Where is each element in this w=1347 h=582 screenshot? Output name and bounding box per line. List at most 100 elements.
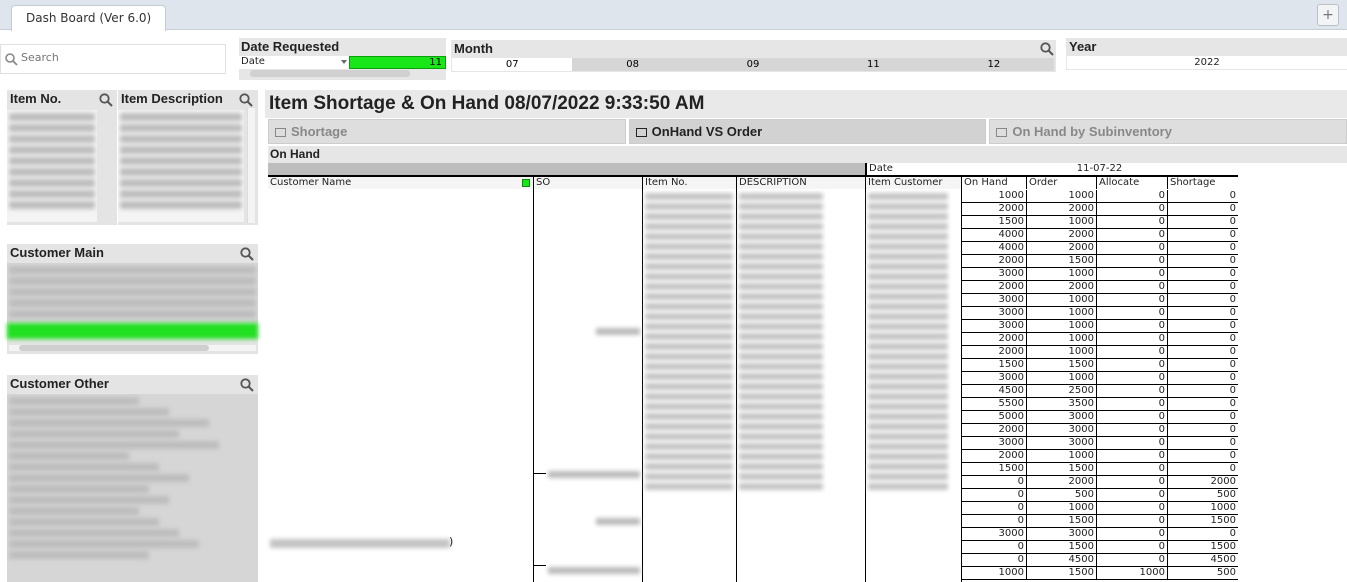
customer-name-suffix: ) — [449, 535, 454, 548]
allocate-cell: 0 — [1096, 489, 1167, 501]
tab-shortage-label: Shortage — [291, 124, 348, 139]
table-row: 3000 1000 0 0 — [961, 294, 1238, 307]
order-cell: 1000 — [1026, 346, 1096, 358]
item-no-listbox: Item No. — [7, 90, 117, 225]
col-header-item-no[interactable]: Item No. — [642, 177, 736, 189]
col-header-item-customer[interactable]: Item Customer — [865, 177, 961, 189]
divider — [533, 473, 546, 474]
table-row: 5500 3500 0 0 — [961, 398, 1238, 411]
shortage-cell: 0 — [1167, 359, 1238, 371]
col-header-shortage[interactable]: Shortage — [1167, 177, 1238, 189]
on-hand-cell: 0 — [961, 541, 1026, 553]
on-hand-cell: 4500 — [961, 385, 1026, 397]
allocate-cell: 0 — [1096, 502, 1167, 514]
shortage-cell: 500 — [1167, 489, 1238, 501]
customer-main-selected[interactable] — [7, 323, 258, 339]
month-option[interactable]: 07 — [452, 58, 573, 71]
tab-shortage[interactable]: Shortage — [268, 119, 626, 144]
shortage-cell: 0 — [1167, 216, 1238, 228]
allocate-cell: 0 — [1096, 359, 1167, 371]
order-cell: 3000 — [1026, 437, 1096, 449]
allocate-cell: 0 — [1096, 463, 1167, 475]
page-title: Item Shortage & On Hand 08/07/2022 9:33:… — [269, 93, 705, 114]
tab-onhand-vs-order[interactable]: OnHand VS Order — [628, 119, 987, 144]
date-requested-listbox: Date Requested Date 11 — [239, 38, 446, 80]
year-option[interactable]: 2022 — [1067, 56, 1347, 69]
shortage-cell: 0 — [1167, 320, 1238, 332]
month-option[interactable]: 08 — [572, 58, 693, 71]
order-cell: 2000 — [1026, 476, 1096, 488]
month-option[interactable]: 09 — [692, 58, 814, 71]
shortage-cell: 0 — [1167, 372, 1238, 384]
shortage-cell: 0 — [1167, 385, 1238, 397]
table-icon — [635, 128, 647, 137]
order-cell: 1000 — [1026, 320, 1096, 332]
shortage-cell: 0 — [1167, 450, 1238, 462]
search-box[interactable] — [0, 44, 226, 74]
col-header-allocate[interactable]: Allocate — [1096, 177, 1167, 189]
search-icon[interactable] — [99, 93, 113, 107]
month-option[interactable]: 12 — [933, 58, 1055, 71]
search-icon[interactable] — [1040, 42, 1054, 56]
customer-other-list[interactable] — [7, 394, 258, 582]
table-row: 2000 1000 0 0 — [961, 333, 1238, 346]
table-row: 3000 1000 0 0 — [961, 320, 1238, 333]
col-header-on-hand[interactable]: On Hand — [961, 177, 1026, 189]
table-row: 1500 1000 0 0 — [961, 216, 1238, 229]
item-no-list[interactable] — [7, 110, 97, 222]
search-input[interactable] — [21, 51, 221, 64]
shortage-cell: 0 — [1167, 242, 1238, 254]
col-header-order[interactable]: Order — [1026, 177, 1096, 189]
vertical-scrollbar[interactable] — [247, 108, 255, 223]
so-value — [596, 328, 640, 335]
date-selected-cell[interactable]: 11 — [349, 56, 446, 69]
dropdown-arrow-icon[interactable] — [341, 60, 347, 64]
pivot-date-label: Date — [865, 163, 961, 175]
customer-main-list[interactable] — [7, 263, 258, 323]
item-no-column — [642, 190, 736, 580]
table-row: 2000 2000 0 0 — [961, 281, 1238, 294]
item-description-title: Item Description — [121, 91, 223, 106]
on-hand-cell: 3000 — [961, 268, 1026, 280]
on-hand-cell: 3000 — [961, 372, 1026, 384]
add-tab-button[interactable]: + — [1317, 4, 1339, 26]
table-row: 3000 3000 0 0 — [961, 437, 1238, 450]
pivot-date-value[interactable]: 11-07-22 — [961, 163, 1238, 175]
divider — [533, 189, 534, 582]
order-cell: 3000 — [1026, 528, 1096, 540]
order-cell: 1000 — [1026, 268, 1096, 280]
search-icon[interactable] — [240, 378, 254, 392]
order-cell: 3000 — [1026, 411, 1096, 423]
table-row: 2000 1500 0 0 — [961, 255, 1238, 268]
search-icon[interactable] — [239, 93, 253, 107]
table-row: 2000 1000 0 0 — [961, 346, 1238, 359]
allocate-cell: 0 — [1096, 242, 1167, 254]
date-row[interactable]: Date 11 — [239, 56, 446, 69]
tab-dashboard[interactable]: Dash Board (Ver 6.0) — [11, 5, 167, 31]
col-header-description[interactable]: DESCRIPTION — [736, 177, 865, 189]
description-column — [736, 190, 826, 580]
order-cell: 1000 — [1026, 190, 1096, 202]
pivot-values: 1000 1000 0 0 2000 2000 0 0 1500 1000 0 0 4000 2000 0 0… — [961, 190, 1238, 580]
order-cell: 1000 — [1026, 333, 1096, 345]
shortage-cell: 1500 — [1167, 541, 1238, 553]
col-header-so[interactable]: SO — [533, 177, 642, 189]
table-row: 1500 1500 0 0 — [961, 359, 1238, 372]
month-option[interactable]: 11 — [813, 58, 934, 71]
on-hand-cell: 1000 — [961, 567, 1026, 579]
item-description-list[interactable] — [118, 110, 244, 222]
search-icon[interactable] — [240, 247, 254, 261]
month-title: Month — [454, 41, 493, 56]
allocate-cell: 0 — [1096, 281, 1167, 293]
date-scrollbar[interactable] — [250, 70, 410, 77]
tab-onhand-by-subinventory[interactable]: On Hand by Subinventory — [989, 119, 1347, 144]
on-hand-cell: 3000 — [961, 320, 1026, 332]
table-row: 0 1000 0 1000 — [961, 502, 1238, 515]
shortage-cell: 4500 — [1167, 554, 1238, 566]
horizontal-scrollbar[interactable] — [9, 345, 256, 351]
col-header-customer-name[interactable]: Customer Name — [268, 177, 533, 189]
pivot-dimension-header — [268, 163, 865, 175]
table-row: 0 4500 0 4500 — [961, 554, 1238, 567]
on-hand-cell: 3000 — [961, 294, 1026, 306]
on-hand-cell: 2000 — [961, 333, 1026, 345]
